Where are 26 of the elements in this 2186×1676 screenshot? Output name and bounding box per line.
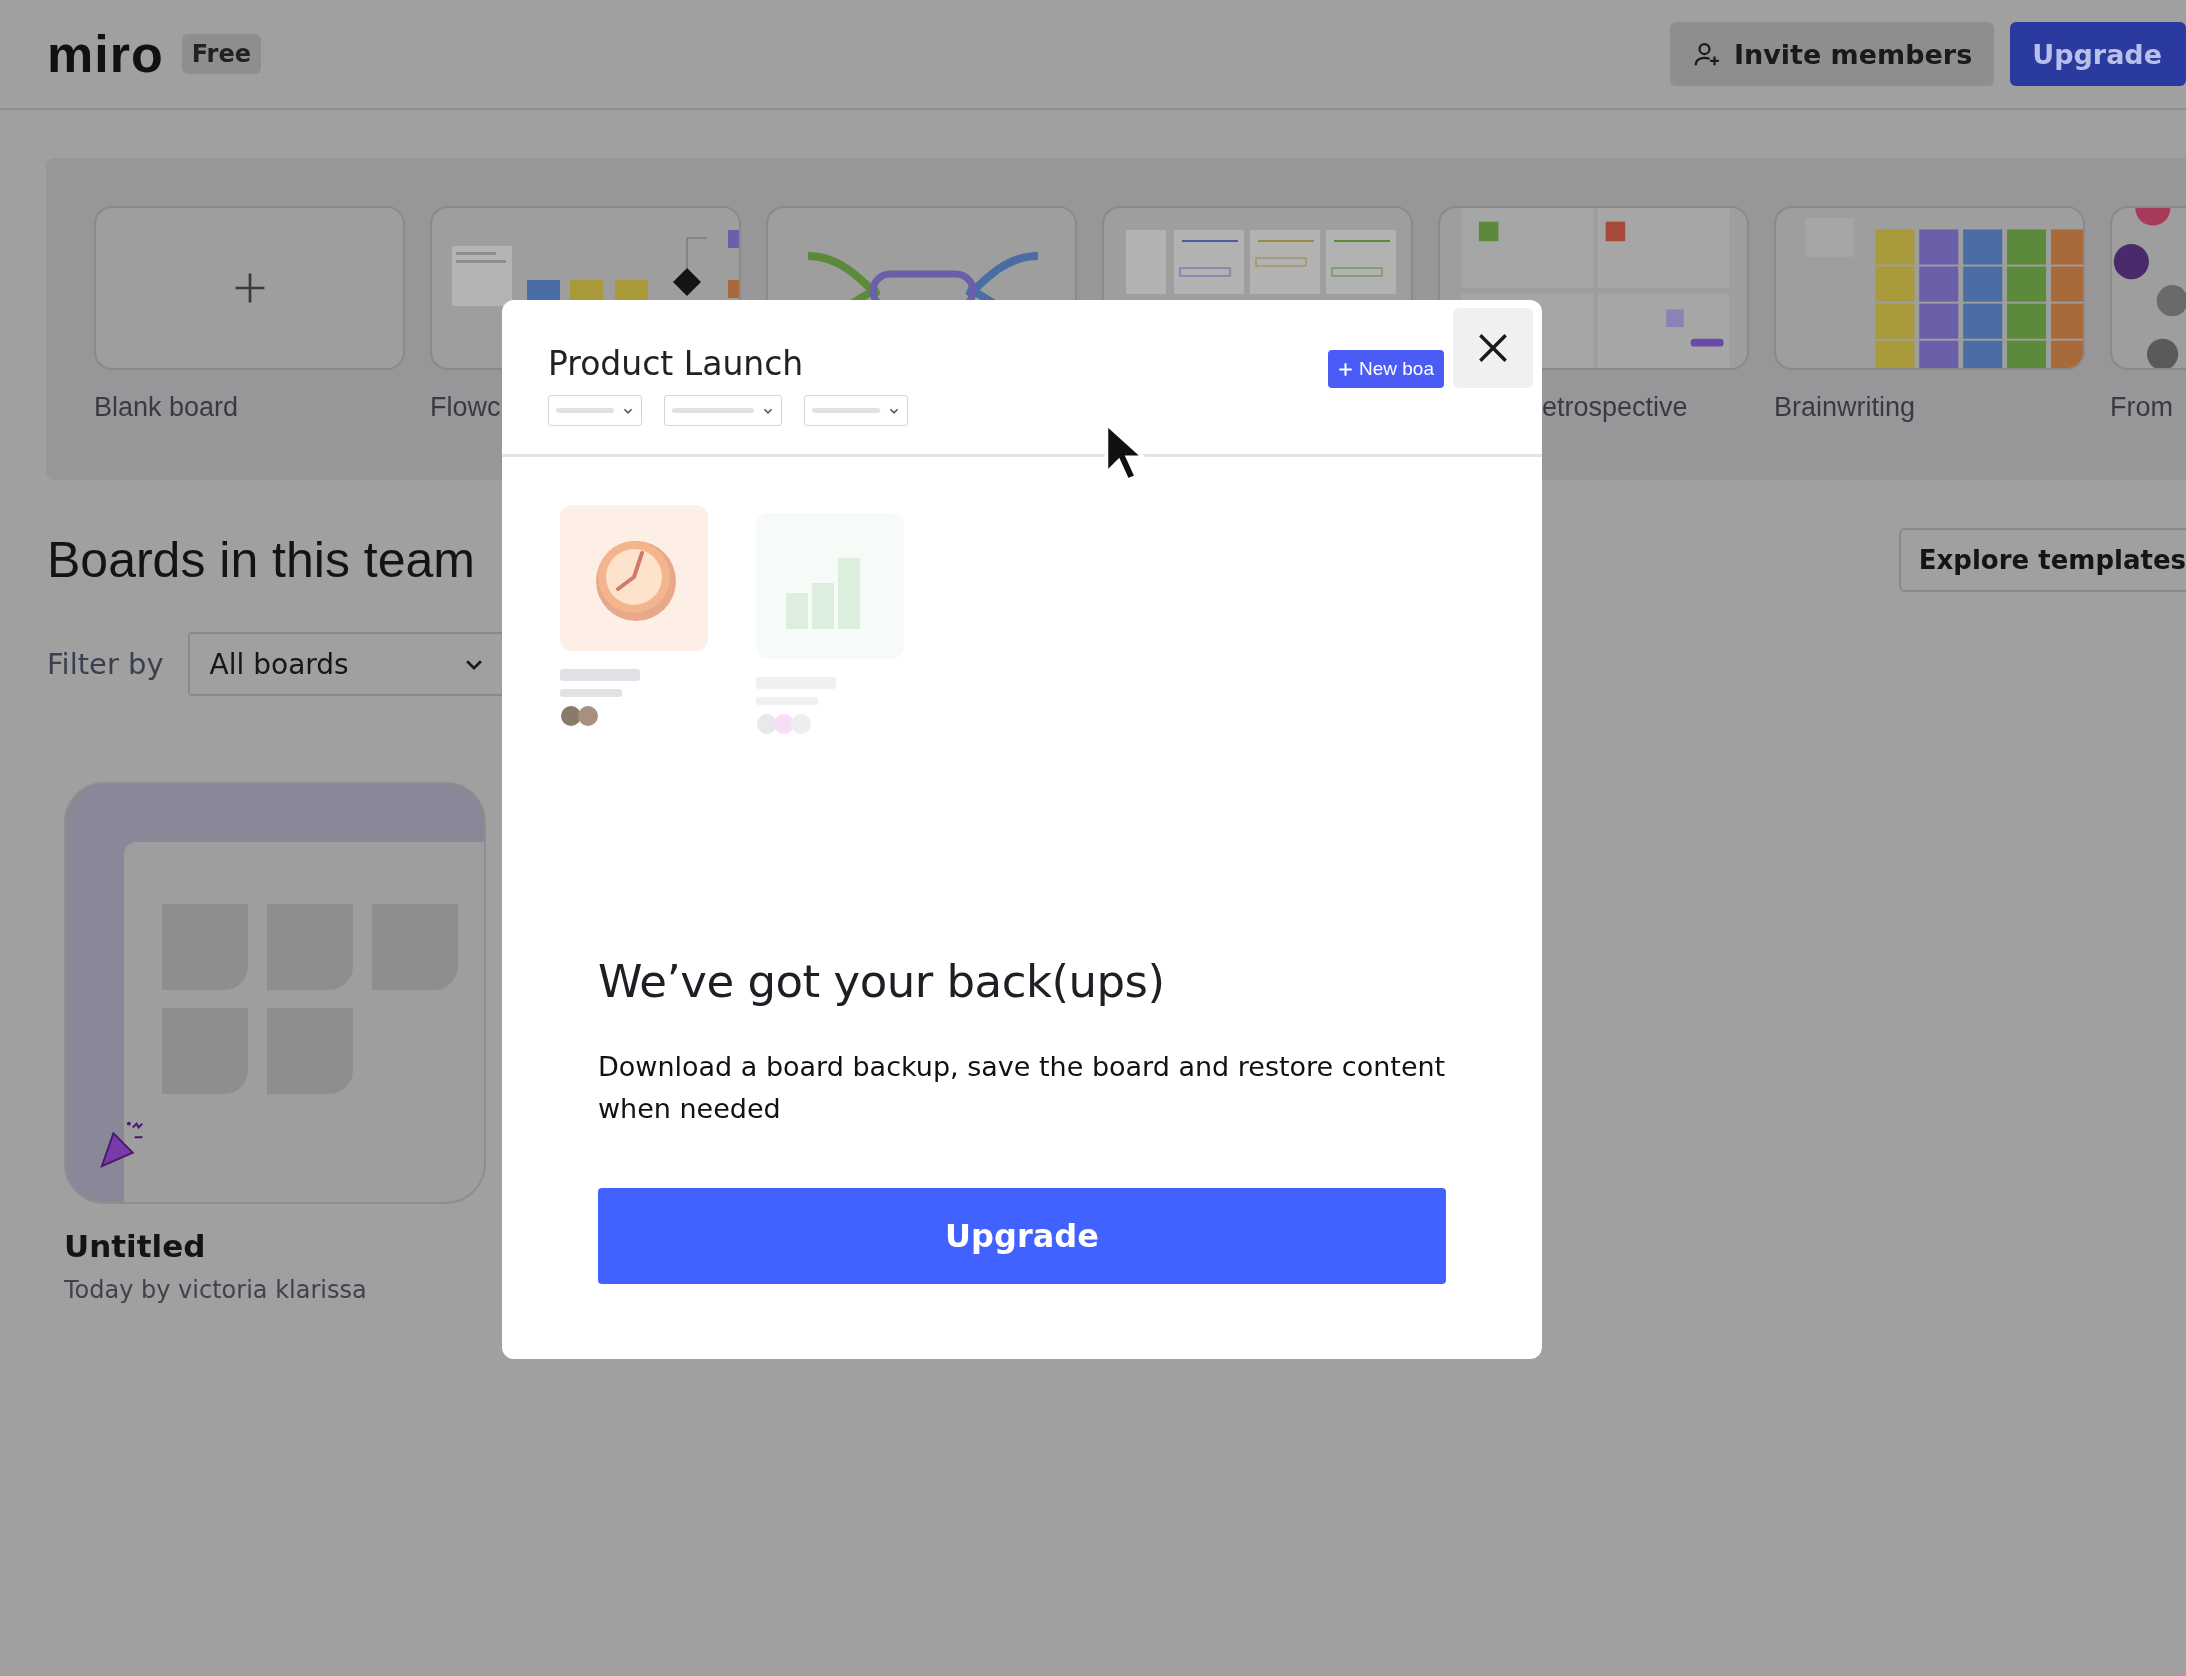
template-label: From	[2110, 392, 2173, 423]
chart-bar	[812, 583, 834, 629]
template-label: Brainwriting	[1774, 392, 1916, 423]
upgrade-button[interactable]: Upgrade	[598, 1188, 1446, 1284]
text-placeholder	[560, 689, 622, 697]
board-title: Untitled	[64, 1228, 207, 1264]
modal-heading: We’ve got your back(ups)	[598, 955, 1166, 1008]
logo[interactable]: miro	[47, 28, 164, 80]
invite-button[interactable]: Invite members	[1669, 22, 1995, 86]
template-label: etrospective	[1542, 392, 1688, 423]
plus-icon	[1338, 361, 1353, 377]
close-button[interactable]	[1453, 308, 1533, 388]
plan-badge: Free	[181, 34, 261, 74]
explore-templates-button[interactable]: Explore templates	[1898, 528, 2186, 592]
board-subtitle: Today by victoria klarissa	[64, 1276, 368, 1304]
chart-bar	[786, 593, 808, 629]
template-label: Blank board	[94, 392, 239, 423]
template-label: Flowc	[430, 392, 501, 423]
chart-bar	[838, 558, 860, 629]
board-name: Product Launch	[548, 344, 805, 383]
section-title: Boards in this team	[47, 531, 475, 589]
upgrade-button[interactable]: Upgrade	[2010, 22, 2186, 86]
new-board-button[interactable]: New boa	[1328, 350, 1444, 388]
filter-label: Filter by	[47, 647, 164, 681]
modal-description: Download a board backup, save the board and restore content when needed	[598, 1050, 1447, 1126]
board-thumbnail[interactable]	[64, 782, 486, 1204]
